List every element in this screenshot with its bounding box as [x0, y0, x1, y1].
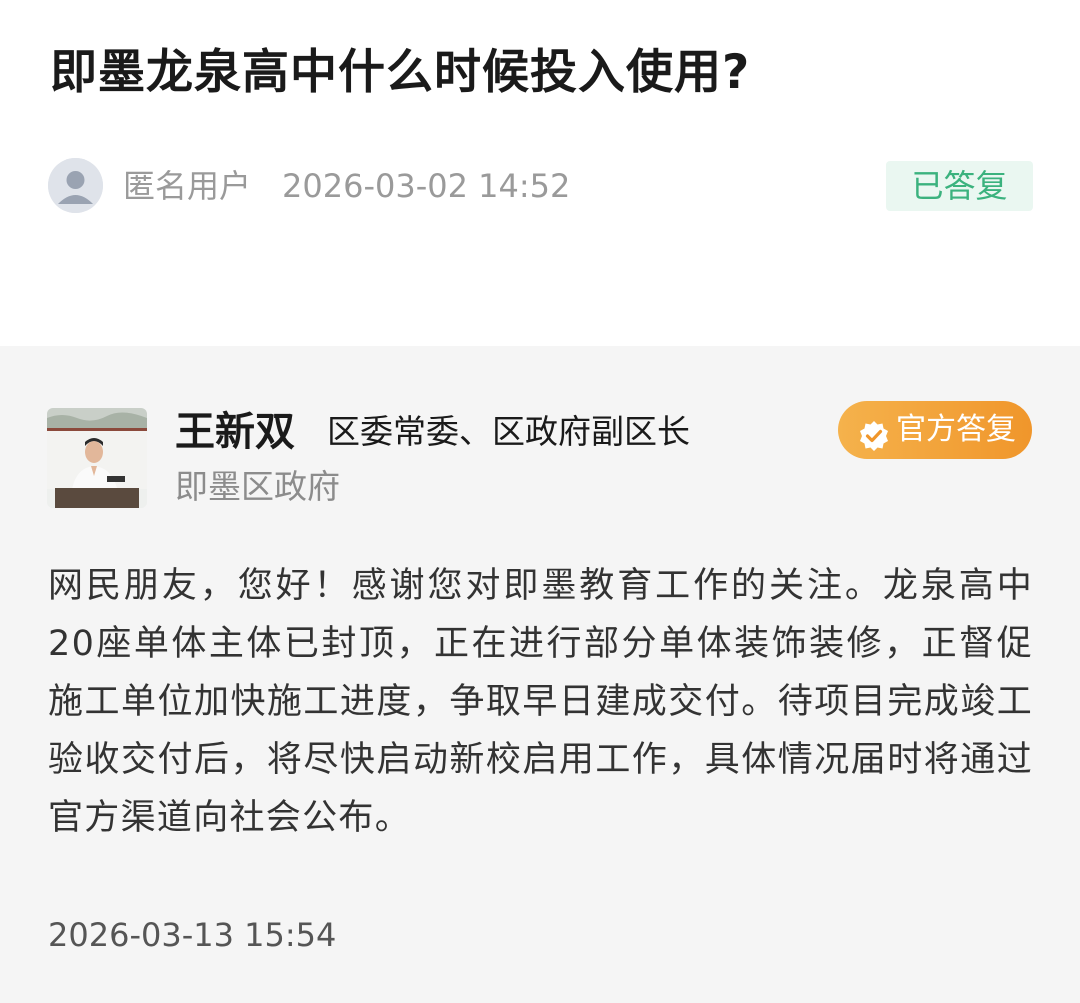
question-title: 即墨龙泉高中什么时候投入使用? — [50, 45, 751, 100]
official-name: 王新双 — [175, 409, 295, 455]
official-reply-badge: 官方答复 — [838, 401, 1032, 459]
official-reply-label: 官方答复 — [896, 412, 1016, 447]
question-card: 即墨龙泉高中什么时候投入使用? 匿名用户 2026-03-02 14:52 已答… — [0, 0, 1080, 346]
answer-card: 王新双 区委常委、区政府副区长 即墨区政府 官方答复 网民朋友，您好！感谢您对即… — [0, 346, 1080, 1003]
status-badge: 已答复 — [886, 161, 1033, 211]
question-timestamp: 2026-03-02 14:52 — [282, 167, 571, 205]
official-position: 区委常委、区政府副区长 — [327, 412, 690, 451]
verified-check-icon — [858, 414, 890, 451]
reply-timestamp: 2026-03-13 15:54 — [48, 916, 337, 954]
official-portrait — [47, 408, 147, 508]
official-organization: 即墨区政府 — [175, 467, 340, 506]
user-silhouette-icon — [48, 158, 103, 213]
asker-name: 匿名用户 — [123, 167, 252, 205]
reply-body: 网民朋友，您好！感谢您对即墨教育工作的关注。龙泉高中20座单体主体已封顶，正在进… — [48, 566, 1033, 838]
